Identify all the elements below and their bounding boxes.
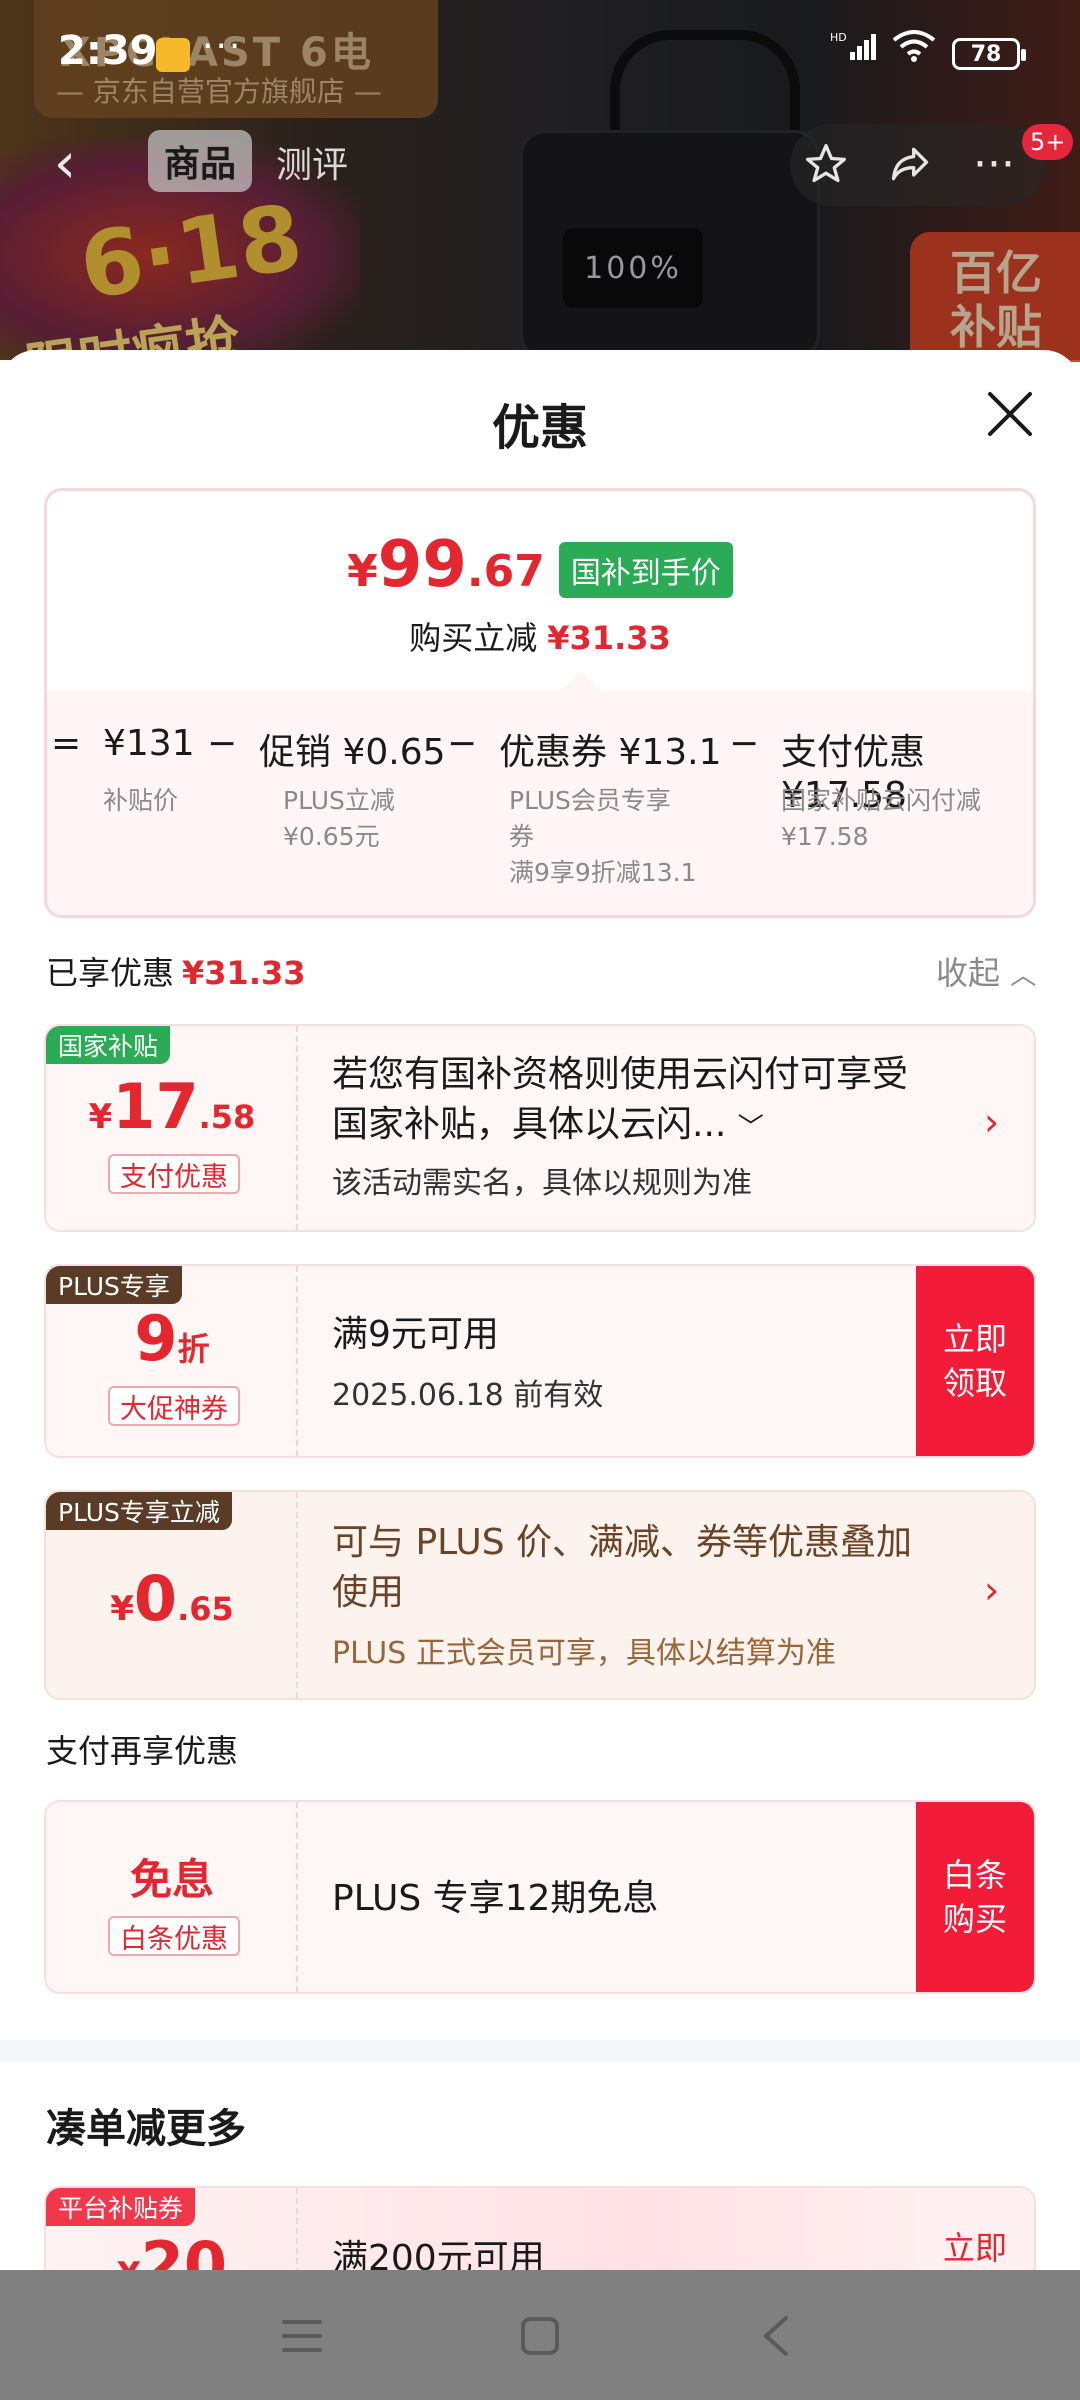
status-time: 2:39 xyxy=(58,28,158,74)
add-more-section-label: 凑单减更多 xyxy=(46,2106,246,2152)
home-icon[interactable] xyxy=(510,2306,570,2366)
coupon-condition: 满9元可用 xyxy=(332,1314,499,1355)
final-price-tag: 国补到手价 xyxy=(558,542,733,598)
final-price: ¥99.67 xyxy=(347,528,545,602)
coupon-amount: ¥0.65 xyxy=(110,1562,234,1635)
breakdown-subsidy-desc: 补贴价 xyxy=(103,786,179,815)
cell-signal-icon: HD xyxy=(830,30,880,72)
summary-top: ¥99.67 国补到手价 购买立减 ¥31.33 xyxy=(47,491,1033,691)
svg-text:HD: HD xyxy=(830,31,847,44)
final-price-row: ¥99.67 国补到手价 xyxy=(47,533,1033,604)
coupon-card-national-subsidy[interactable]: 国家补贴 ¥17.58 支付优惠 若您有国补资格则使用云闪付可享受 国家补贴，具体… xyxy=(44,1024,1036,1232)
coupon-card-plus-exclusive[interactable]: PLUS专享 9折 大促神券 满9元可用 2025.06.18 前有效 立即 领… xyxy=(44,1264,1036,1458)
section-divider xyxy=(0,2040,1080,2062)
minus-operator: − xyxy=(447,723,478,764)
breakdown-promo-desc: PLUS立减 ¥0.65元 xyxy=(283,786,395,851)
breakdown-coupon-desc: PLUS会员专享券满9享9折减13.1 xyxy=(509,786,697,887)
status-bar: 2:39 ··· HD 78 xyxy=(0,0,1080,100)
tab-goods[interactable]: 商品 xyxy=(148,130,252,192)
tab-review[interactable]: 测评 xyxy=(276,136,348,188)
coupon-description: PLUS 专享12期免息 xyxy=(332,1878,659,1919)
coupon-tag: 平台补贴券 xyxy=(46,2188,196,2226)
instant-reduce-row: 购买立减 ¥31.33 xyxy=(409,619,671,657)
share-icon[interactable] xyxy=(880,134,940,194)
breakdown-subsidy-price: ¥131 xyxy=(103,723,195,764)
coupon-tag: 国家补贴 xyxy=(46,1026,171,1064)
baitiao-buy-button[interactable]: 白条 购买 xyxy=(916,1802,1034,1992)
wifi-icon xyxy=(890,28,938,73)
coupon-tag: PLUS专享 xyxy=(46,1266,182,1304)
interest-free-title: 免息 xyxy=(129,1855,214,1904)
recent-apps-icon[interactable] xyxy=(272,2306,332,2366)
battery-indicator: 78 xyxy=(952,38,1026,70)
notification-icon xyxy=(156,38,190,72)
coupon-type-label: 支付优惠 xyxy=(108,1154,240,1194)
coupon-note: PLUS 正式会员可享，具体以结算为准 xyxy=(332,1636,836,1671)
price-summary-card: ¥99.67 国补到手价 购买立减 ¥31.33 = ¥131 补贴价 − 促销 … xyxy=(44,488,1036,918)
coupon-description: 可与 PLUS 价、满减、券等优惠叠加 使用 xyxy=(332,1522,913,1613)
claim-now-button[interactable]: 立即 领取 xyxy=(916,1266,1034,1456)
back-arrow-icon[interactable]: ‹ xyxy=(30,128,100,198)
back-icon[interactable] xyxy=(746,2306,806,2366)
minus-operator: − xyxy=(207,723,238,764)
coupon-type-label: 大促神券 xyxy=(108,1386,240,1426)
system-nav-bar xyxy=(0,2270,1080,2400)
minus-operator: − xyxy=(729,723,760,764)
coupon-validity: 2025.06.18 前有效 xyxy=(332,1378,604,1413)
chevron-right-icon[interactable]: › xyxy=(984,1568,999,1612)
sheet-title: 优惠 xyxy=(491,400,588,456)
coupon-note: 该活动需实名，具体以规则为准 xyxy=(332,1166,752,1201)
coupon-card-interest-free[interactable]: 免息 白条优惠 PLUS 专享12期免息 白条 购买 xyxy=(44,1800,1036,1994)
more-badge: 5+ xyxy=(1022,124,1074,160)
close-icon[interactable] xyxy=(980,384,1040,444)
enjoyed-discount-label: 已享优惠 ¥31.33 xyxy=(46,954,306,992)
more-menu-icon[interactable]: ··· xyxy=(964,134,1024,194)
favorite-star-icon[interactable] xyxy=(796,134,856,194)
coupon-amount: 9折 xyxy=(134,1302,210,1375)
coupon-type-label: 白条优惠 xyxy=(108,1916,240,1956)
payment-section-label: 支付再享优惠 xyxy=(46,1732,239,1770)
more-notifications-icon: ··· xyxy=(202,26,243,67)
breakdown-payment-desc: 国家补贴云闪付减 ¥17.58 xyxy=(781,786,982,851)
chevron-down-icon[interactable]: ﹀ xyxy=(738,1113,764,1143)
chevron-up-icon: ︿ xyxy=(1010,961,1037,991)
equals-operator: = xyxy=(51,723,82,764)
coupon-description: 若您有国补资格则使用云闪付可享受 国家补贴，具体以云闪... ﹀ xyxy=(332,1054,909,1145)
breakdown-coupon: 优惠券 ¥13.1 xyxy=(499,732,722,773)
coupon-card-plus-reduction[interactable]: PLUS专享立减 ¥0.65 可与 PLUS 价、满减、券等优惠叠加 使用 PLU… xyxy=(44,1490,1036,1700)
chevron-right-icon[interactable]: › xyxy=(984,1100,999,1144)
coupon-tag: PLUS专享立减 xyxy=(46,1492,232,1530)
breakdown-promo: 促销 ¥0.65 xyxy=(259,732,446,773)
coupon-amount: ¥17.58 xyxy=(88,1070,256,1143)
collapse-button[interactable]: 收起 ︿ xyxy=(936,948,1036,994)
